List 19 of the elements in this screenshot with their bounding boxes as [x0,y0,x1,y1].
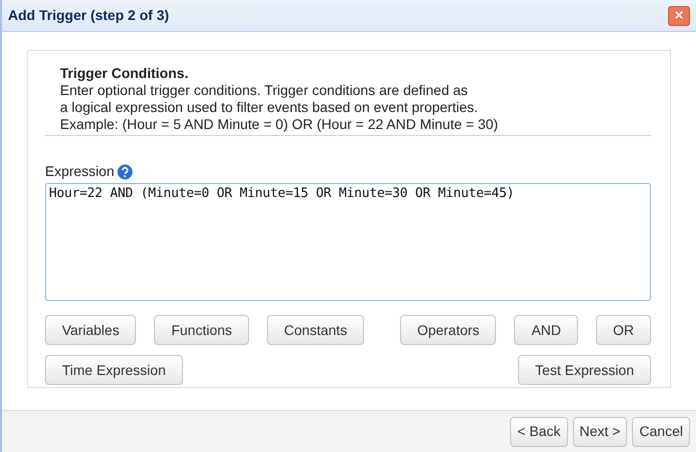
toolbar-button[interactable]: Variables [45,315,136,345]
description-text: Enter optional trigger conditions. Trigger conditions are defined as [60,82,469,99]
description-text: Example: (Hour = 5 AND Minute = 0) OR (Hour = 22 AND Minute = 30) [60,116,500,133]
toolbar-button[interactable]: OR [596,315,651,345]
description-text: a logical expression used to filter events based on event properties. [60,99,479,116]
window-title: Add Trigger (step 2 of 3) [8,6,170,25]
footer-button[interactable]: Next > [572,416,628,446]
expression-label: Expression [45,162,114,181]
toolbar-button[interactable]: Constants [267,315,364,345]
section-heading: Trigger Conditions. [60,65,190,82]
toolbar-button[interactable]: Functions [154,315,250,345]
toolbar-button[interactable]: Time Expression [45,355,183,385]
help-icon[interactable] [117,164,134,180]
toolbar-button[interactable]: Test Expression [518,355,651,385]
toolbar-button[interactable]: AND [514,315,578,345]
footer-button[interactable]: < Back [510,416,568,446]
toolbar-button[interactable]: Operators [400,315,496,345]
footer-button[interactable]: Cancel [632,416,690,446]
expression-field[interactable]: Hour=22 AND (Minute=0 OR Minute=15 OR Minute=30 OR Minute=45) [45,183,651,301]
